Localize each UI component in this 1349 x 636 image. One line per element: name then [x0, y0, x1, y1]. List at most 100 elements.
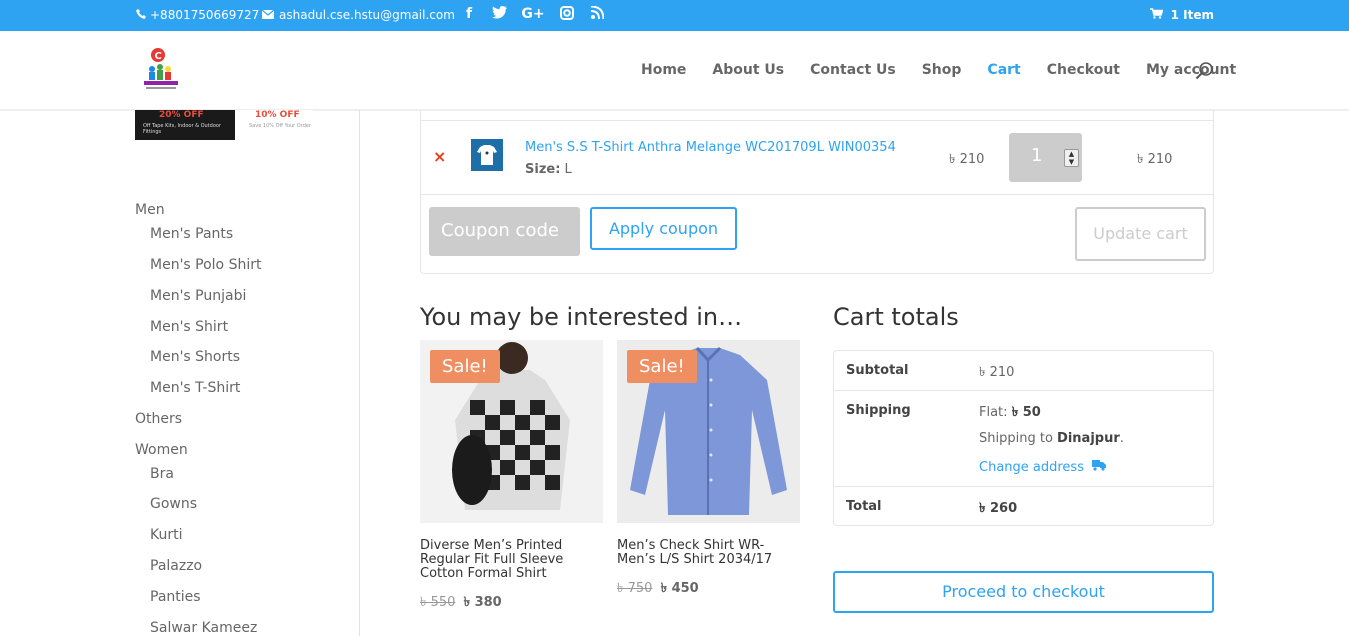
- change-address-text: Change address: [979, 459, 1084, 475]
- category-panties[interactable]: Panties: [135, 588, 261, 619]
- main-header: C Home About Us Contact Us Shop Cart Che…: [0, 31, 1349, 110]
- category-mens-shorts[interactable]: Men's Shorts: [135, 348, 261, 379]
- nav-contact-us[interactable]: Contact Us: [810, 62, 896, 78]
- size-label: Size:: [525, 162, 561, 177]
- truck-icon: [1091, 459, 1106, 475]
- cross-sell-product[interactable]: Sale! Diverse Men’s Printed Regular Fit …: [420, 340, 603, 614]
- phone-contact[interactable]: +8801750669727: [136, 8, 259, 22]
- twitter-icon[interactable]: [491, 6, 507, 24]
- category-mens-pants[interactable]: Men's Pants: [135, 225, 261, 256]
- category-bra[interactable]: Bra: [135, 465, 261, 495]
- social-links: f G+: [461, 5, 605, 24]
- cart-item-size: Size: L: [525, 162, 572, 177]
- site-logo[interactable]: C: [136, 47, 184, 93]
- change-address-link[interactable]: Change address: [979, 459, 1106, 475]
- category-women[interactable]: Women: [135, 441, 261, 465]
- cart-item-price: ৳ 210: [949, 152, 985, 167]
- category-mens-punjabi[interactable]: Men's Punjabi: [135, 287, 261, 318]
- email-contact[interactable]: ashadul.cse.hstu@gmail.com: [261, 8, 455, 22]
- shipping-flat-value: ৳ 50: [1011, 405, 1041, 420]
- svg-text:C: C: [155, 51, 162, 62]
- phone-icon: [136, 8, 146, 22]
- total-label: Total: [846, 499, 882, 514]
- proceed-to-checkout-button[interactable]: Proceed to checkout: [833, 571, 1214, 613]
- subtotal-value: ৳ 210: [979, 365, 1015, 380]
- shipping-to-value: Dinajpur: [1057, 431, 1120, 446]
- cart-item-subtotal: ৳ 210: [1137, 152, 1173, 167]
- sale-price: ৳ 380: [463, 595, 502, 610]
- shipping-to-suffix: .: [1119, 431, 1124, 446]
- category-palazzo[interactable]: Palazzo: [135, 557, 261, 588]
- nav-checkout[interactable]: Checkout: [1047, 62, 1120, 78]
- envelope-icon: [261, 8, 275, 22]
- cross-sell-product[interactable]: Sale! Men’s Check Shirt WR-Men’s L/S Shi…: [617, 340, 800, 600]
- header-cart-link[interactable]: 1 Item: [1149, 8, 1214, 22]
- quantity-input[interactable]: 1 ▲ ▼: [1009, 133, 1082, 182]
- old-price: ৳ 750: [617, 581, 653, 596]
- shipping-to-prefix: Shipping to: [979, 431, 1053, 446]
- sidebar: 20% OFF Off Tape Kits, Indoor & Outdoor …: [0, 110, 360, 636]
- shipping-method: Flat: ৳ 50: [979, 403, 1041, 424]
- sale-price: ৳ 450: [660, 581, 699, 596]
- promo-banner-left: 20% OFF Off Tape Kits, Indoor & Outdoor …: [135, 110, 235, 140]
- nav-about-us[interactable]: About Us: [712, 62, 784, 78]
- product-price: ৳ 750 ৳ 450: [617, 579, 800, 600]
- category-mens-t-shirt[interactable]: Men's T-Shirt: [135, 379, 261, 410]
- email-address: ashadul.cse.hstu@gmail.com: [279, 8, 455, 22]
- old-price: ৳ 550: [420, 595, 456, 610]
- shipping-destination: Shipping to Dinajpur.: [979, 431, 1124, 446]
- cart-item-name[interactable]: Men's S.S T-Shirt Anthra Melange WC20170…: [525, 140, 896, 155]
- quantity-value: 1: [1031, 145, 1043, 166]
- product-thumbnail[interactable]: [471, 139, 503, 171]
- category-kurti[interactable]: Kurti: [135, 526, 261, 557]
- product-price: ৳ 550 ৳ 380: [420, 593, 603, 614]
- facebook-icon[interactable]: f: [461, 6, 477, 24]
- main-nav: Home About Us Contact Us Shop Cart Check…: [641, 62, 1262, 78]
- product-image[interactable]: Sale!: [420, 340, 603, 523]
- category-others[interactable]: Others: [135, 410, 261, 441]
- category-list: Men Men's Pants Men's Polo Shirt Men's P…: [135, 201, 261, 636]
- update-cart-button[interactable]: Update cart: [1075, 207, 1206, 261]
- top-bar: +8801750669727 ashadul.cse.hstu@gmail.co…: [0, 0, 1349, 31]
- subtotal-label: Subtotal: [846, 363, 909, 378]
- size-value: L: [564, 162, 572, 177]
- google-plus-icon[interactable]: G+: [521, 6, 545, 24]
- product-title[interactable]: Men’s Check Shirt WR-Men’s L/S Shirt 203…: [617, 539, 800, 567]
- shipping-label: Shipping: [846, 403, 911, 418]
- cart-count: 1 Item: [1170, 8, 1214, 22]
- remove-item-button[interactable]: ×: [433, 147, 446, 166]
- category-gowns[interactable]: Gowns: [135, 495, 261, 526]
- cart-totals-title: Cart totals: [833, 303, 959, 331]
- category-mens-shirt[interactable]: Men's Shirt: [135, 318, 261, 348]
- category-salwar-kameez[interactable]: Salwar Kameez: [135, 619, 261, 636]
- category-mens-polo-shirt[interactable]: Men's Polo Shirt: [135, 256, 261, 287]
- rss-icon[interactable]: [589, 5, 605, 24]
- total-row: Total ৳ 260: [834, 487, 1213, 525]
- search-icon[interactable]: [1195, 61, 1215, 81]
- cross-sells-title: You may be interested in…: [420, 303, 743, 331]
- category-men[interactable]: Men: [135, 201, 261, 225]
- promo-banner[interactable]: 20% OFF Off Tape Kits, Indoor & Outdoor …: [135, 110, 313, 140]
- cart-item-row: × Men's S.S T-Shirt Anthra Melange WC201…: [421, 120, 1213, 195]
- cart-table: × Men's S.S T-Shirt Anthra Melange WC201…: [420, 110, 1214, 274]
- coupon-code-input[interactable]: Coupon code: [429, 207, 580, 256]
- nav-my-account[interactable]: My account: [1146, 62, 1236, 78]
- instagram-icon[interactable]: [559, 6, 575, 24]
- product-image[interactable]: Sale!: [617, 340, 800, 523]
- sale-badge: Sale!: [430, 350, 500, 383]
- product-title[interactable]: Diverse Men’s Printed Regular Fit Full S…: [420, 539, 603, 581]
- apply-coupon-button[interactable]: Apply coupon: [590, 207, 737, 250]
- total-value: ৳ 260: [979, 501, 1018, 516]
- sale-badge: Sale!: [627, 350, 697, 383]
- shipping-row: Shipping Flat: ৳ 50 Shipping to Dinajpur…: [834, 391, 1213, 487]
- cart-totals-table: Subtotal ৳ 210 Shipping Flat: ৳ 50 Shipp…: [833, 350, 1214, 526]
- nav-shop[interactable]: Shop: [922, 62, 962, 78]
- subtotal-row: Subtotal ৳ 210: [834, 351, 1213, 391]
- nav-cart[interactable]: Cart: [987, 62, 1020, 78]
- shipping-flat-prefix: Flat:: [979, 405, 1008, 420]
- cart-icon: [1149, 8, 1164, 22]
- quantity-stepper[interactable]: ▲ ▼: [1064, 149, 1079, 167]
- promo-banner-right: 10% OFF Save 10% Off Your Order: [235, 110, 313, 140]
- nav-home[interactable]: Home: [641, 62, 686, 78]
- phone-number: +8801750669727: [150, 8, 260, 22]
